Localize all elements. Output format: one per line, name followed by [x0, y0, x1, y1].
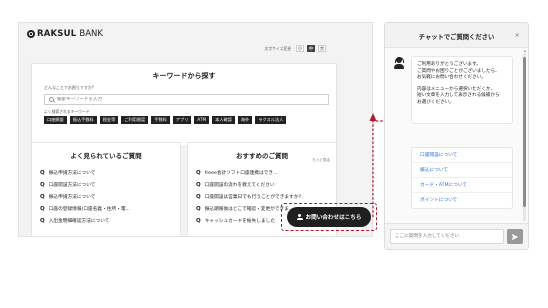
logo-text-bold: RAKSUL	[37, 29, 77, 39]
chat-scrollbar[interactable]	[523, 53, 526, 221]
font-size-large-button[interactable]: 大	[318, 45, 326, 52]
keyword-tag[interactable]: 手数料	[151, 116, 170, 124]
keyword-tag[interactable]: ATM	[194, 116, 210, 124]
search-box[interactable]	[44, 94, 329, 105]
message-line: お選びください。	[417, 99, 454, 105]
faq-link-text: 口座の登録情報(口座名義・住所・電...	[48, 207, 130, 212]
message-line: 短い文章を入力して表示される候補から	[417, 93, 500, 99]
faq-link[interactable]: Q 口座開設は営業日でも行うことができますか?	[196, 191, 330, 203]
faq-link[interactable]: Q 振込申請方法について	[40, 167, 174, 179]
search-icon	[49, 97, 54, 102]
logo-mark-icon	[27, 30, 35, 38]
popular-keywords-label: よく検索されるキーワード	[44, 109, 90, 114]
contact-us-label: お問い合わせはこちら	[305, 215, 362, 221]
search-prompt: どんなことでお困りですか?	[44, 85, 95, 90]
popular-questions-card: よく見られているご質問 Q 振込申請方法について Q 口座開設方法について Q 振込申…	[31, 142, 181, 236]
see-more-link[interactable]: もっと見る	[313, 158, 331, 163]
chat-header: チャットでご質問ください ×	[385, 23, 528, 48]
scroll-up-icon[interactable]	[524, 50, 526, 52]
question-icon: Q	[196, 194, 201, 200]
chat-messages: ご利用ありがとうございます。 ご質問やお困りごとがございましたら、 お気軽にお問…	[385, 49, 520, 223]
chat-input-bar	[385, 223, 528, 249]
menu-option-transfer[interactable]: 振込について	[412, 163, 512, 178]
send-icon	[511, 233, 519, 240]
question-icon: Q	[196, 218, 201, 224]
keyword-tag[interactable]: ご利用限度	[121, 116, 149, 124]
send-icon-shape	[511, 233, 519, 240]
bot-message-bubble: ご利用ありがとうございます。 ご質問やお困りごとがございましたら、 お気軽にお問…	[411, 56, 513, 124]
message-line: お気軽にお問い合わせください。	[417, 75, 486, 81]
chat-message-input[interactable]	[390, 229, 504, 244]
faq-link[interactable]: Q 入出金明細確認方法について	[40, 215, 174, 227]
question-icon: Q	[40, 170, 45, 176]
faq-link[interactable]: Q 口座の登録情報(口座名義・住所・電...	[40, 203, 174, 215]
keyword-tag[interactable]: 海外	[237, 116, 253, 124]
faq-link-text: 口座開設は営業日でも行うことができますか?	[204, 195, 301, 200]
search-title: キーワードから探す	[152, 72, 216, 80]
menu-option-points[interactable]: ポイントについて	[412, 193, 512, 208]
font-size-small-button[interactable]: 小	[296, 45, 304, 52]
question-icon: Q	[40, 194, 45, 200]
person-icon	[296, 214, 303, 220]
logo-text-light: BANK	[79, 29, 103, 39]
page-header: RAKSUL BANK	[19, 23, 372, 45]
faq-link-text: 振込申請方法について	[48, 195, 96, 200]
send-button[interactable]	[507, 229, 523, 244]
faq-link[interactable]: Q 振込申請方法について	[40, 191, 174, 203]
font-size-control: 文字サイズ変更 小 中 大	[265, 45, 326, 52]
menu-option-account-opening[interactable]: 口座開設について	[412, 148, 512, 163]
keyword-tag[interactable]: 口座開設	[44, 116, 67, 124]
raksul-bank-logo[interactable]: RAKSUL BANK	[27, 29, 103, 39]
keyword-tag[interactable]: 税金等	[99, 116, 119, 124]
avatar-head	[396, 57, 402, 63]
popular-questions-title: よく見られているご質問	[70, 152, 142, 160]
faq-link-text: キャッシュカードを紛失しました	[204, 219, 276, 224]
agent-avatar-icon	[394, 56, 404, 69]
message-line: ご利用ありがとうございます。	[417, 62, 481, 67]
faq-link[interactable]: Qfreee会計ソフト口座連携はでき...	[196, 167, 330, 179]
popular-questions-list: Q 振込申請方法について Q 口座開設方法について Q 振込申請方法について Q 口座の…	[40, 167, 174, 227]
chat-title: チャットでご質問ください	[418, 34, 495, 41]
avatar-body	[394, 63, 404, 69]
search-input[interactable]	[57, 97, 257, 102]
faq-link-text: 口座開設方法について	[48, 183, 96, 188]
chat-widget: チャットでご質問ください × ご利用ありがとうございます。 ご質問やお困りごとが…	[384, 22, 529, 250]
faq-link-text: 入出金明細確認方法について	[48, 219, 110, 224]
question-icon: Q	[40, 218, 45, 224]
question-icon: Q	[40, 182, 45, 188]
question-icon: Q	[196, 170, 201, 176]
close-icon[interactable]: ×	[515, 31, 520, 39]
popular-keyword-tags: 口座開設 振込手数料 税金等 ご利用限度 手数料 アプリ ATM 本人確認 海外…	[44, 116, 287, 124]
chat-scrollbar-thumb[interactable]	[523, 57, 526, 207]
font-size-medium-button[interactable]: 中	[307, 45, 315, 52]
menu-option-card-atm[interactable]: カード・ATMについて	[412, 178, 512, 193]
keyword-tag[interactable]: アプリ	[172, 116, 192, 124]
faq-link-text: 口座開設の流れを教えてください	[204, 183, 275, 188]
faq-link-text: 振込申請方法について	[48, 171, 96, 176]
keyword-tag[interactable]: ラクスル法人	[255, 116, 287, 124]
faq-link[interactable]: Q 口座開設の流れを教えてください	[196, 179, 330, 191]
question-icon: Q	[196, 182, 201, 188]
question-icon: Q	[196, 206, 201, 212]
keyword-tag[interactable]: 振込手数料	[69, 116, 97, 124]
question-icon: Q	[40, 206, 45, 212]
chat-menu-options: 口座開設について 振込について カード・ATMについて ポイントについて	[411, 147, 513, 209]
keyword-tag[interactable]: 本人確認	[212, 116, 235, 124]
faq-link-text: freee会計ソフト口座連携はでき...	[204, 171, 278, 176]
font-size-label: 文字サイズ変更	[264, 45, 291, 51]
keyword-search-card: キーワードから探す どんなことでお困りですか? よく検索されるキーワード 口座開…	[31, 63, 337, 147]
contact-us-button[interactable]: お問い合わせはこちら	[287, 207, 371, 227]
faq-link[interactable]: Q 口座開設方法について	[40, 179, 174, 191]
